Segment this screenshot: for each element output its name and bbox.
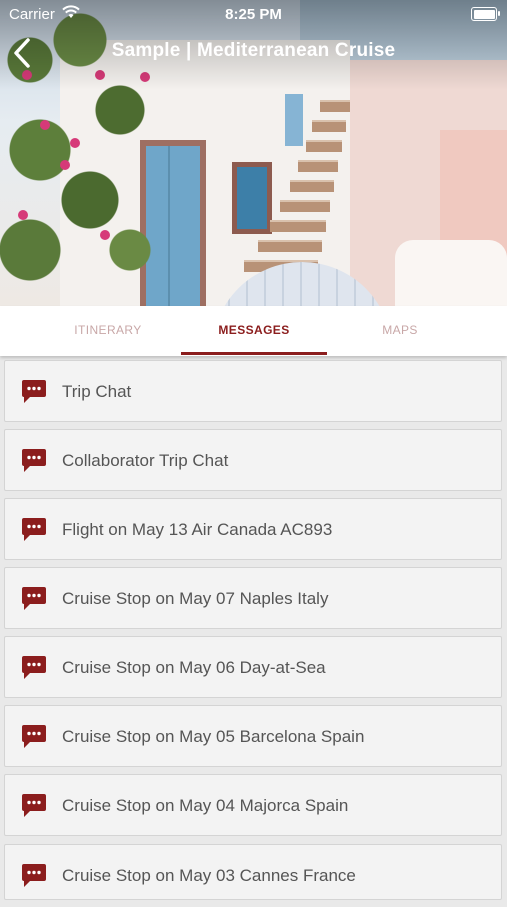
list-item-label: Cruise Stop on May 04 Majorca Spain	[62, 796, 349, 815]
list-item-label: Cruise Stop on May 07 Naples Italy	[62, 589, 329, 608]
chat-bubble-icon	[22, 794, 46, 817]
tab-itinerary[interactable]: ITINERARY	[35, 306, 181, 356]
battery-icon	[471, 7, 500, 21]
tab-messages[interactable]: MESSAGES	[181, 306, 327, 356]
list-item[interactable]: Flight on May 13 Air Canada AC893	[4, 498, 502, 560]
status-bar: Carrier 8:25 PM	[0, 0, 507, 28]
chat-bubble-icon	[22, 725, 46, 748]
list-item[interactable]: Collaborator Trip Chat	[4, 429, 502, 491]
list-item-label: Cruise Stop on May 05 Barcelona Spain	[62, 727, 365, 746]
list-item[interactable]: Cruise Stop on May 04 Majorca Spain	[4, 774, 502, 836]
list-item[interactable]: Trip Chat	[4, 360, 502, 422]
chat-bubble-icon	[22, 449, 46, 472]
chat-bubble-icon	[22, 518, 46, 541]
list-item[interactable]: Cruise Stop on May 03 Cannes France	[4, 844, 502, 900]
tab-bar: ITINERARY MESSAGES MAPS	[0, 306, 507, 356]
page-title: Sample | Mediterranean Cruise	[111, 40, 396, 61]
active-tab-indicator	[181, 352, 327, 355]
chat-bubble-icon	[22, 656, 46, 679]
clock: 8:25 PM	[225, 6, 282, 23]
list-item-label: Collaborator Trip Chat	[62, 451, 229, 470]
list-item-label: Cruise Stop on May 06 Day-at-Sea	[62, 658, 326, 677]
chat-bubble-icon	[22, 380, 46, 403]
list-item-label: Cruise Stop on May 03 Cannes France	[62, 866, 356, 885]
chat-bubble-icon	[22, 864, 46, 887]
list-item[interactable]: Cruise Stop on May 07 Naples Italy	[4, 567, 502, 629]
list-item[interactable]: Cruise Stop on May 05 Barcelona Spain	[4, 705, 502, 767]
list-item[interactable]: Cruise Stop on May 06 Day-at-Sea	[4, 636, 502, 698]
tab-maps[interactable]: MAPS	[327, 306, 473, 356]
list-item-label: Trip Chat	[62, 382, 132, 401]
chat-bubble-icon	[22, 587, 46, 610]
list-item-label: Flight on May 13 Air Canada AC893	[62, 520, 333, 539]
